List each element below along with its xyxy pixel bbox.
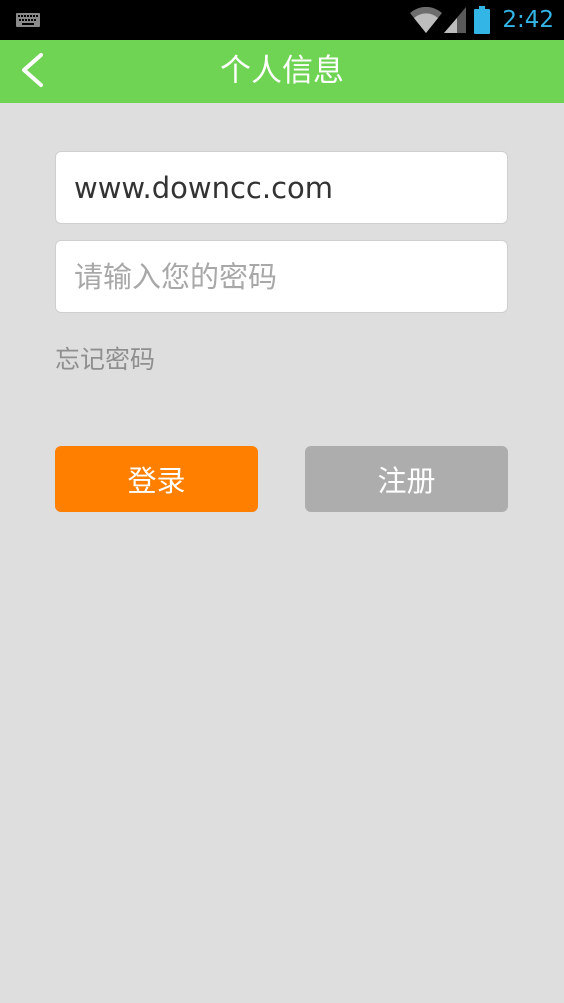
status-icons: 2:42 — [410, 0, 554, 40]
forgot-password-link[interactable]: 忘记密码 — [55, 340, 155, 376]
keyboard-icon — [16, 12, 40, 31]
chevron-left-icon — [19, 52, 45, 92]
password-field[interactable] — [55, 240, 508, 313]
app-bar: 个人信息 — [0, 40, 564, 103]
wifi-icon — [410, 7, 443, 33]
back-button[interactable] — [10, 48, 54, 96]
username-field[interactable] — [55, 151, 508, 224]
status-bar: 2:42 — [0, 0, 564, 40]
battery-icon — [474, 6, 491, 34]
page-title: 个人信息 — [220, 53, 344, 89]
signal-icon — [444, 7, 467, 33]
login-button[interactable]: 登录 — [55, 446, 258, 512]
register-button[interactable]: 注册 — [305, 446, 508, 512]
status-time: 2:42 — [502, 7, 554, 33]
